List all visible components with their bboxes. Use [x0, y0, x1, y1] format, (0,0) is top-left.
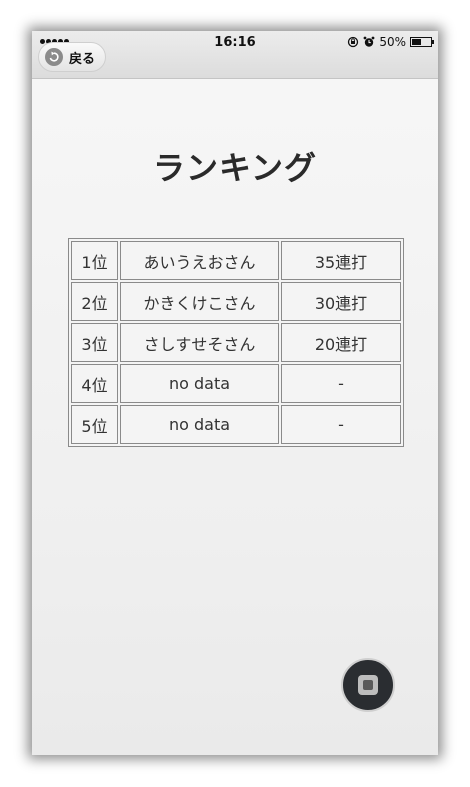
- back-arrow-icon: [45, 48, 63, 66]
- ranking-table: 1位 あいうえおさん 35連打 2位 かきくけこさん 30連打 3位 さしすせそ…: [68, 238, 404, 447]
- rank-cell: 2位: [71, 282, 118, 321]
- rotation-lock-icon: [348, 36, 359, 48]
- rank-cell: 3位: [71, 323, 118, 362]
- page-title: ランキング: [152, 149, 318, 187]
- back-button-label: 戻る: [69, 51, 96, 67]
- name-cell: さしすせそさん: [120, 323, 279, 362]
- name-cell: no data: [120, 405, 279, 444]
- score-cell: 20連打: [281, 323, 401, 362]
- alarm-icon: [363, 36, 375, 47]
- status-right-group: 50%: [347, 35, 434, 49]
- assistive-touch-icon: [358, 675, 378, 695]
- battery-fill: [412, 39, 421, 45]
- status-bar: 16:16 50% 戻る: [32, 31, 438, 79]
- name-cell: no data: [120, 364, 279, 403]
- rank-cell: 4位: [71, 364, 118, 403]
- rank-cell: 5位: [71, 405, 118, 444]
- battery-percent: 50%: [379, 35, 406, 49]
- score-cell: -: [281, 364, 401, 403]
- back-button[interactable]: 戻る: [38, 42, 107, 72]
- battery-icon: [410, 37, 434, 47]
- table-row: 5位 no data -: [71, 405, 401, 444]
- score-cell: 30連打: [281, 282, 401, 321]
- score-cell: -: [281, 405, 401, 444]
- table-row: 1位 あいうえおさん 35連打: [71, 241, 401, 280]
- table-row: 4位 no data -: [71, 364, 401, 403]
- rank-cell: 1位: [71, 241, 118, 280]
- table-row: 2位 かきくけこさん 30連打: [71, 282, 401, 321]
- name-cell: あいうえおさん: [120, 241, 279, 280]
- score-cell: 35連打: [281, 241, 401, 280]
- table-row: 3位 さしすせそさん 20連打: [71, 323, 401, 362]
- app-screen: 16:16 50% 戻る ランキング 1位 あいうえおさん 35連打 2位 かき…: [32, 31, 438, 755]
- assistive-touch-button[interactable]: [341, 658, 395, 712]
- name-cell: かきくけこさん: [120, 282, 279, 321]
